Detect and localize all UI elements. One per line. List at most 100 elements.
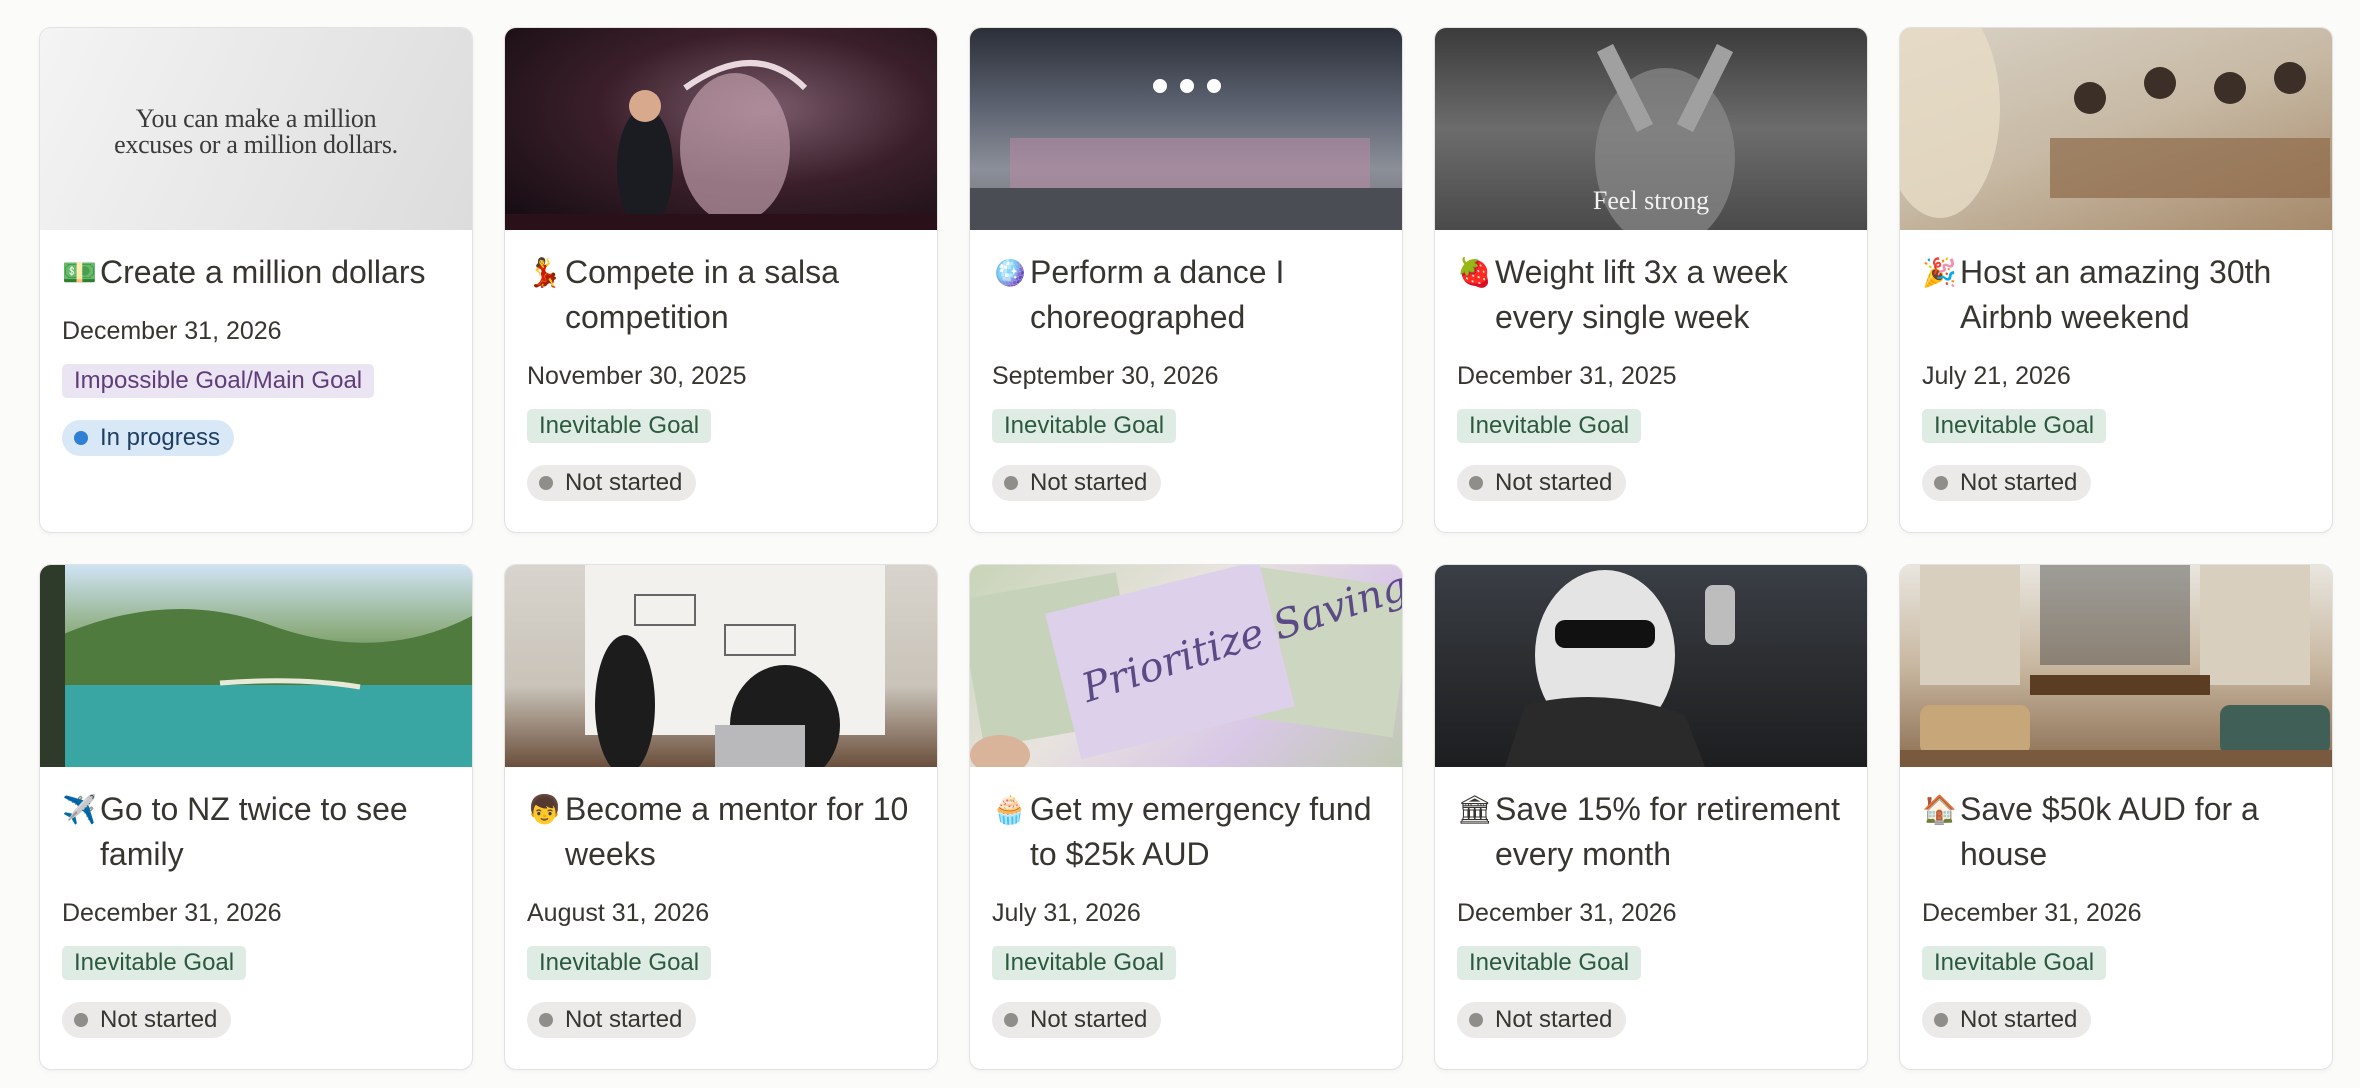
status-label: Not started — [1495, 469, 1613, 496]
status-dot-icon — [74, 431, 88, 445]
status-badge: Not started — [992, 1002, 1162, 1038]
card-title: Host an amazing 30th Airbnb weekend — [1960, 254, 2272, 335]
card-title: Perform a dance I choreographed — [1030, 254, 1285, 335]
dancer-icon: 💃 — [527, 256, 562, 289]
status-dot-icon — [1004, 476, 1018, 490]
card-title: Save $50k AUD for a house — [1960, 791, 2259, 872]
goal-type-tag: Inevitable Goal — [992, 409, 1177, 443]
dancers-illustration — [505, 60, 937, 230]
due-date: August 31, 2026 — [527, 899, 710, 927]
due-date: December 31, 2026 — [1457, 899, 1677, 927]
status-badge: Not started — [527, 465, 697, 501]
due-date: December 31, 2026 — [62, 317, 282, 345]
due-date: November 30, 2025 — [527, 362, 747, 390]
cake-icon: 🧁 — [992, 793, 1027, 826]
goal-card[interactable]: Prioritize Savings 🧁 Get my emergency fu… — [969, 564, 1403, 1070]
cover-image — [1900, 28, 2332, 230]
goal-card[interactable]: Feel strong 🍓 Weight lift 3x a week ever… — [1434, 27, 1868, 533]
living-room-illustration — [1900, 565, 2332, 767]
dinner-party-illustration — [1900, 28, 2330, 218]
card-title: Save 15% for retirement every month — [1495, 791, 1841, 872]
goal-type-tag: Inevitable Goal — [527, 946, 712, 980]
card-title: Create a million dollars — [100, 254, 426, 290]
dj-illustration — [1505, 570, 1735, 767]
card-title: Get my emergency fund to $25k AUD — [1030, 791, 1372, 872]
cover-image: You can make a million excuses or a mill… — [40, 28, 472, 230]
status-dot-icon — [539, 476, 553, 490]
status-label: Not started — [1960, 1006, 2078, 1033]
status-label: In progress — [100, 424, 221, 451]
goal-type-tag: Inevitable Goal — [1457, 946, 1642, 980]
goal-type-tag: Inevitable Goal — [527, 409, 712, 443]
coastline-illustration — [40, 565, 472, 767]
disco-ball-icon: 🪩 — [992, 256, 1027, 289]
card-title: Become a mentor for 10 weeks — [565, 791, 909, 872]
due-date: December 31, 2026 — [62, 899, 282, 927]
status-label: Not started — [1495, 1006, 1613, 1033]
status-badge: Not started — [1922, 1002, 2092, 1038]
status-label: Not started — [565, 469, 683, 496]
goal-card[interactable]: 🪩 Perform a dance I choreographed Septem… — [969, 27, 1403, 533]
house-icon: 🏠 — [1922, 793, 1957, 826]
goal-card[interactable]: 🏠 Save $50k AUD for a house December 31,… — [1899, 564, 2333, 1070]
goal-card[interactable]: 👦 Become a mentor for 10 weeks August 31… — [504, 564, 938, 1070]
goal-type-tag: Inevitable Goal — [992, 946, 1177, 980]
status-dot-icon — [1469, 476, 1483, 490]
money-icon: 💵 — [62, 256, 97, 289]
status-label: Not started — [1030, 1006, 1148, 1033]
status-dot-icon — [1004, 1013, 1018, 1027]
goal-card[interactable]: 🎉 Host an amazing 30th Airbnb weekend Ju… — [1899, 27, 2333, 533]
goal-type-tag: Inevitable Goal — [62, 946, 247, 980]
status-dot-icon — [539, 1013, 553, 1027]
due-date: December 31, 2026 — [1922, 899, 2142, 927]
goal-card[interactable]: 🏛 Save 15% for retirement every month De… — [1434, 564, 1868, 1070]
strawberry-icon: 🍓 — [1457, 256, 1492, 289]
card-title: Go to NZ twice to see family — [100, 791, 408, 872]
goal-card[interactable]: 💃 Compete in a salsa competition Novembe… — [504, 27, 938, 533]
status-label: Not started — [565, 1006, 683, 1033]
status-badge: Not started — [1922, 465, 2092, 501]
cover-image — [505, 565, 937, 767]
due-date: July 31, 2026 — [992, 899, 1141, 927]
goal-type-tag: Inevitable Goal — [1922, 409, 2107, 443]
cover-image — [1900, 565, 2332, 767]
cover-image: Prioritize Savings — [970, 565, 1402, 767]
card-title: Compete in a salsa competition — [565, 254, 839, 335]
goal-card[interactable]: You can make a million excuses or a mill… — [39, 27, 473, 533]
due-date: September 30, 2026 — [992, 362, 1219, 390]
status-badge: Not started — [62, 1002, 232, 1038]
due-date: July 21, 2026 — [1922, 362, 2071, 390]
airplane-icon: ✈️ — [62, 793, 97, 826]
whiteboard-illustration — [585, 565, 885, 767]
gallery-grid: You can make a million excuses or a mill… — [39, 27, 2333, 1070]
savings-note-illustration: Prioritize Savings — [970, 565, 1402, 767]
cover-caption: Feel strong — [1592, 186, 1710, 215]
status-dot-icon — [1934, 476, 1948, 490]
status-badge: Not started — [1457, 1002, 1627, 1038]
goal-type-tag: Inevitable Goal — [1922, 946, 2107, 980]
status-badge: Not started — [527, 1002, 697, 1038]
party-popper-icon: 🎉 — [1922, 256, 1957, 289]
goal-type-tag: Inevitable Goal — [1457, 409, 1642, 443]
status-label: Not started — [1030, 469, 1148, 496]
status-badge: Not started — [1457, 465, 1627, 501]
status-label: Not started — [1960, 469, 2078, 496]
card-title: Weight lift 3x a week every single week — [1495, 254, 1788, 335]
person-icon: 👦 — [527, 793, 562, 826]
goal-card[interactable]: ✈️ Go to NZ twice to see family December… — [39, 564, 473, 1070]
stage-illustration — [970, 79, 1402, 230]
cover-image — [1435, 565, 1867, 767]
goal-type-tag: Impossible Goal/Main Goal — [62, 364, 375, 398]
status-badge: Not started — [992, 465, 1162, 501]
cover-quote: You can make a million excuses or a mill… — [114, 104, 398, 159]
cover-image: Feel strong — [1435, 28, 1867, 230]
status-dot-icon — [1934, 1013, 1948, 1027]
status-dot-icon — [74, 1013, 88, 1027]
cover-image — [505, 28, 937, 230]
cover-image — [40, 565, 472, 767]
cover-image — [970, 28, 1402, 230]
status-badge: In progress — [62, 420, 235, 456]
bank-icon: 🏛 — [1457, 793, 1493, 826]
status-dot-icon — [1469, 1013, 1483, 1027]
due-date: December 31, 2025 — [1457, 362, 1677, 390]
